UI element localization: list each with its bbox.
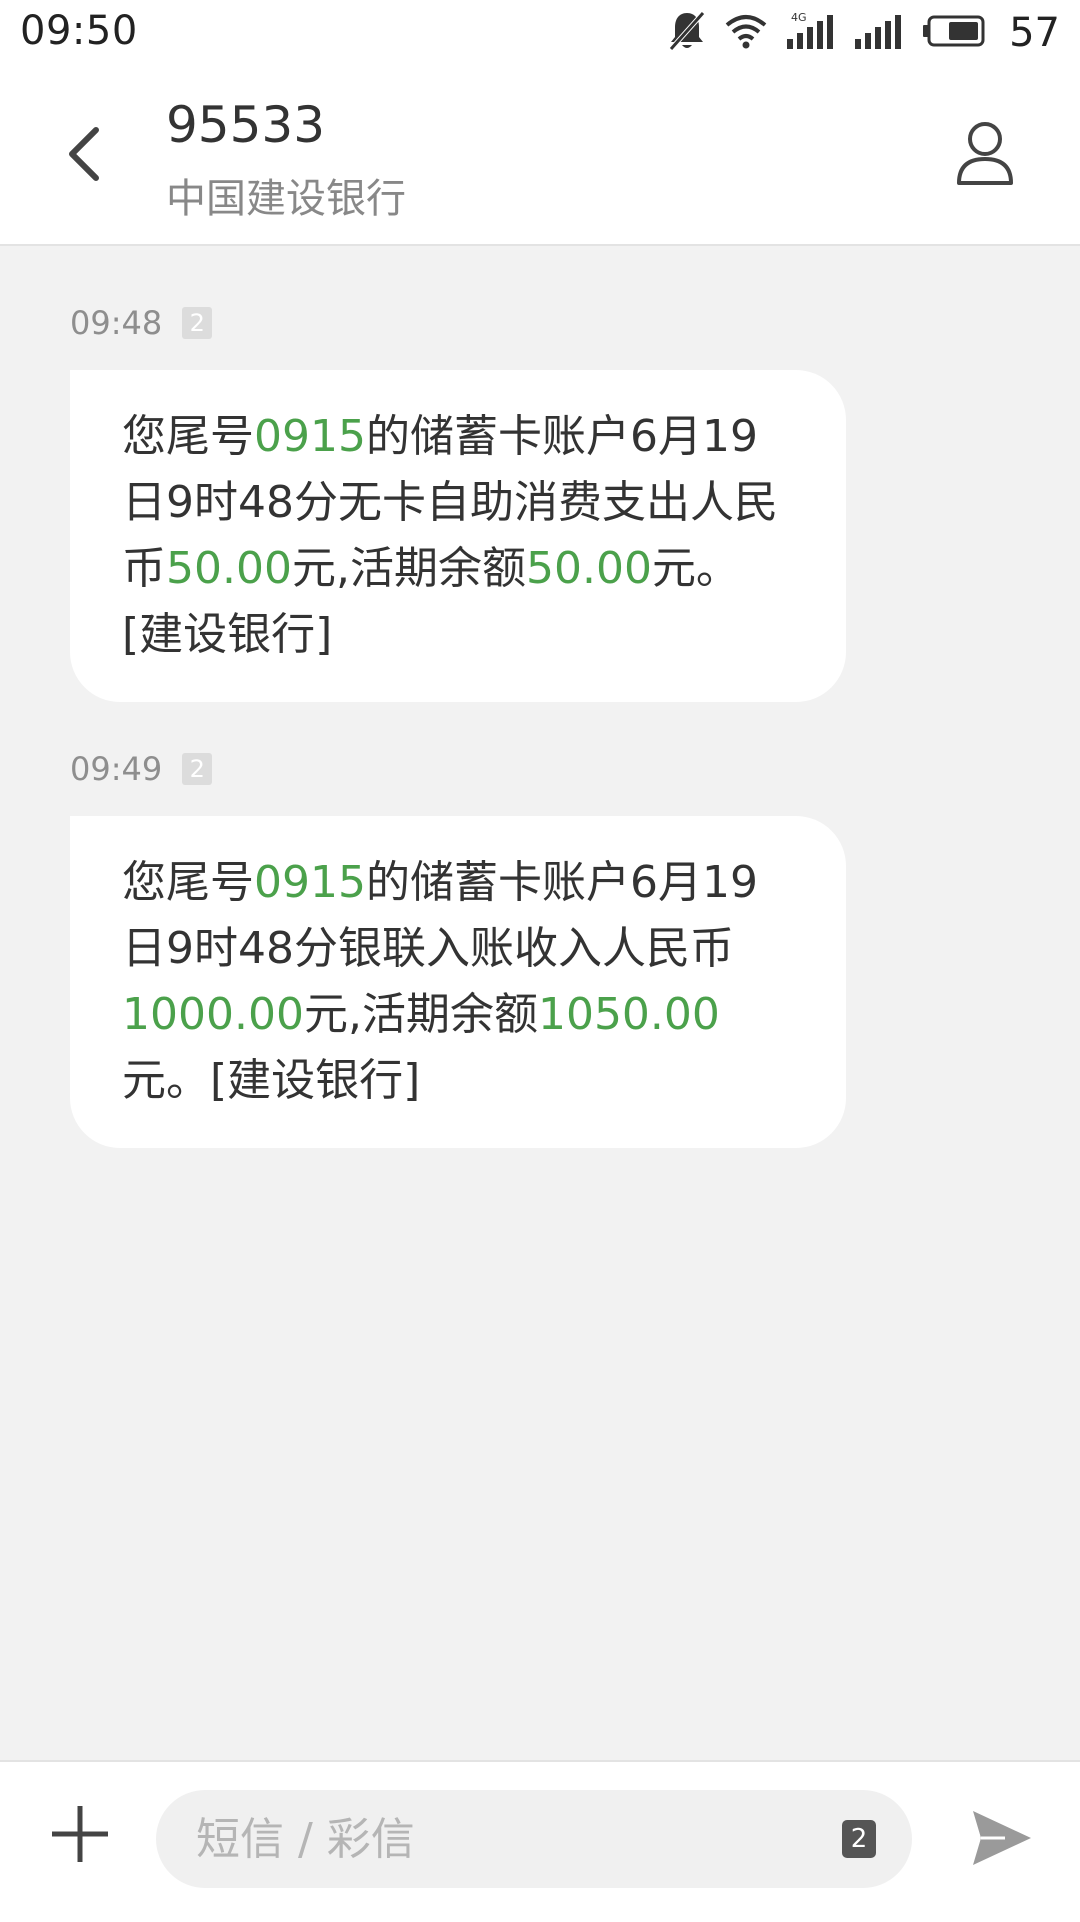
message-text: 元,活期余额	[291, 543, 526, 594]
sim-badge: 2	[182, 307, 213, 339]
sim-select-badge[interactable]: 2	[842, 1820, 876, 1858]
message-bubble[interactable]: 您尾号0915的储蓄卡账户6月19日9时48分银联入账收入人民币1000.00元…	[70, 816, 846, 1148]
bell-off-icon	[667, 9, 707, 57]
conversation-subtitle: 中国建设银行	[166, 176, 406, 222]
message-bubble[interactable]: 您尾号0915的储蓄卡账户6月19日9时48分无卡自助消费支出人民币50.00元…	[70, 370, 846, 702]
battery-icon	[921, 13, 987, 53]
message-highlight: 50.00	[525, 543, 652, 594]
send-icon	[971, 1809, 1033, 1871]
message-highlight: 0915	[254, 411, 366, 462]
message-meta: 09:48 2	[70, 304, 213, 342]
signal-4g-icon: 4G	[785, 11, 835, 55]
wifi-icon	[725, 13, 767, 53]
message-time: 09:49	[70, 750, 163, 788]
conversation-title: 95533	[166, 96, 326, 154]
add-attachment-button[interactable]	[42, 1798, 118, 1874]
back-button[interactable]	[44, 116, 124, 196]
message-text: 您尾号	[122, 857, 254, 908]
message-highlight: 0915	[254, 857, 366, 908]
message-highlight: 1000.00	[122, 989, 304, 1040]
message-text: 您尾号	[122, 411, 254, 462]
message-text: 元。[建设银行]	[122, 1055, 421, 1106]
composer-bar: 2	[0, 1760, 1080, 1922]
message-time: 09:48	[70, 304, 163, 342]
status-time: 09:50	[20, 8, 138, 54]
message-meta: 09:49 2	[70, 750, 213, 788]
battery-level: 57	[1009, 10, 1060, 56]
plus-icon	[50, 1804, 110, 1868]
chevron-left-icon	[64, 126, 104, 186]
sim-badge: 2	[182, 753, 213, 785]
conversation-header: 95533 中国建设银行	[0, 66, 1080, 246]
message-highlight: 1050.00	[537, 989, 720, 1040]
svg-text:4G: 4G	[791, 11, 807, 24]
person-icon	[955, 119, 1015, 191]
message-text: 元,活期余额	[303, 989, 538, 1040]
message-input[interactable]	[156, 1790, 912, 1888]
send-button[interactable]	[964, 1802, 1040, 1878]
signal-icon	[853, 11, 903, 55]
status-bar: 09:50 4G 57	[0, 0, 1080, 66]
contact-button[interactable]	[948, 118, 1022, 192]
message-highlight: 50.00	[166, 543, 292, 594]
status-icons: 4G 57	[667, 8, 1060, 58]
